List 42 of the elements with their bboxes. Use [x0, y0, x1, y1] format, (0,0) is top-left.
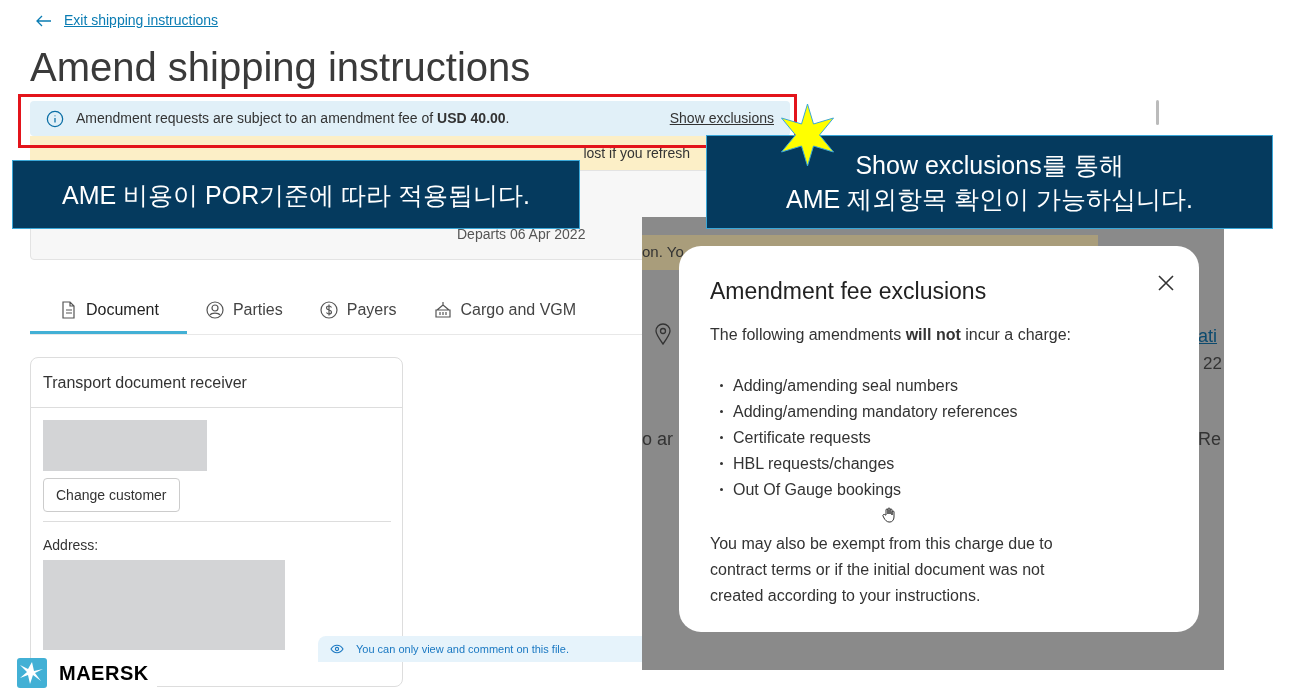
tab[interactable]: Document — [30, 288, 187, 334]
tab[interactable]: Payers — [300, 288, 415, 334]
exclusion-item: Certificate requests — [733, 427, 871, 448]
crane-cargo-icon — [432, 299, 453, 320]
row-fragment: o ar — [642, 428, 674, 451]
modal-note: You may also be exempt from this charge due to contract terms or if the initial document was not created according to your instructions. — [710, 533, 1054, 606]
address-label: Address: — [43, 536, 100, 555]
close-icon[interactable] — [1158, 275, 1174, 291]
eye-icon — [330, 644, 344, 654]
card-title: Transport document receiver — [43, 372, 247, 393]
arrow-left-icon — [36, 14, 52, 27]
modal-intro: The following amendments will not incur a charge: — [710, 324, 1073, 345]
bullet-icon — [720, 462, 723, 465]
change-customer-button[interactable]: Change customer — [43, 478, 180, 512]
link-fragment: ati — [1198, 325, 1217, 348]
row-fragment: Re — [1198, 428, 1221, 451]
annotation-callout: Show exclusions를 통해 AME 제외항목 확인이 가능하십니다. — [706, 135, 1273, 229]
star-burst-icon — [780, 103, 835, 167]
scrollbar — [1156, 100, 1159, 125]
fee-notice-text: Amendment requests are subject to an amendment fee of USD 40.00. — [76, 109, 510, 128]
exclusion-item: HBL requests/changes — [733, 453, 895, 474]
bullet-icon — [720, 410, 723, 413]
tab[interactable]: Cargo and VGM — [414, 288, 595, 334]
exclusion-item: Adding/amending mandatory references — [733, 401, 1018, 422]
dollar-icon — [318, 299, 339, 320]
hand-cursor-icon — [882, 506, 896, 523]
bullet-icon — [720, 436, 723, 439]
location-pin-icon — [655, 323, 671, 345]
modal-title: Amendment fee exclusions — [710, 277, 987, 306]
page-title: Amend shipping instructions — [30, 44, 532, 91]
tab[interactable]: Parties — [186, 288, 301, 334]
person-icon — [204, 299, 225, 320]
brand-name: MAERSK — [59, 661, 149, 686]
info-icon — [46, 109, 64, 128]
bullet-icon — [720, 384, 723, 387]
exclusion-item: Out Of Gauge bookings — [733, 479, 902, 500]
back-link[interactable]: Exit shipping instructions — [36, 10, 219, 31]
exclusion-item: Adding/amending seal numbers — [733, 375, 959, 396]
bullet-icon — [720, 488, 723, 491]
date-fragment: 22 — [1203, 353, 1222, 375]
show-exclusions-link[interactable]: Show exclusions — [669, 108, 774, 129]
annotation-callout: AME 비용이 POR기준에 따라 적용됩니다. — [12, 160, 580, 229]
